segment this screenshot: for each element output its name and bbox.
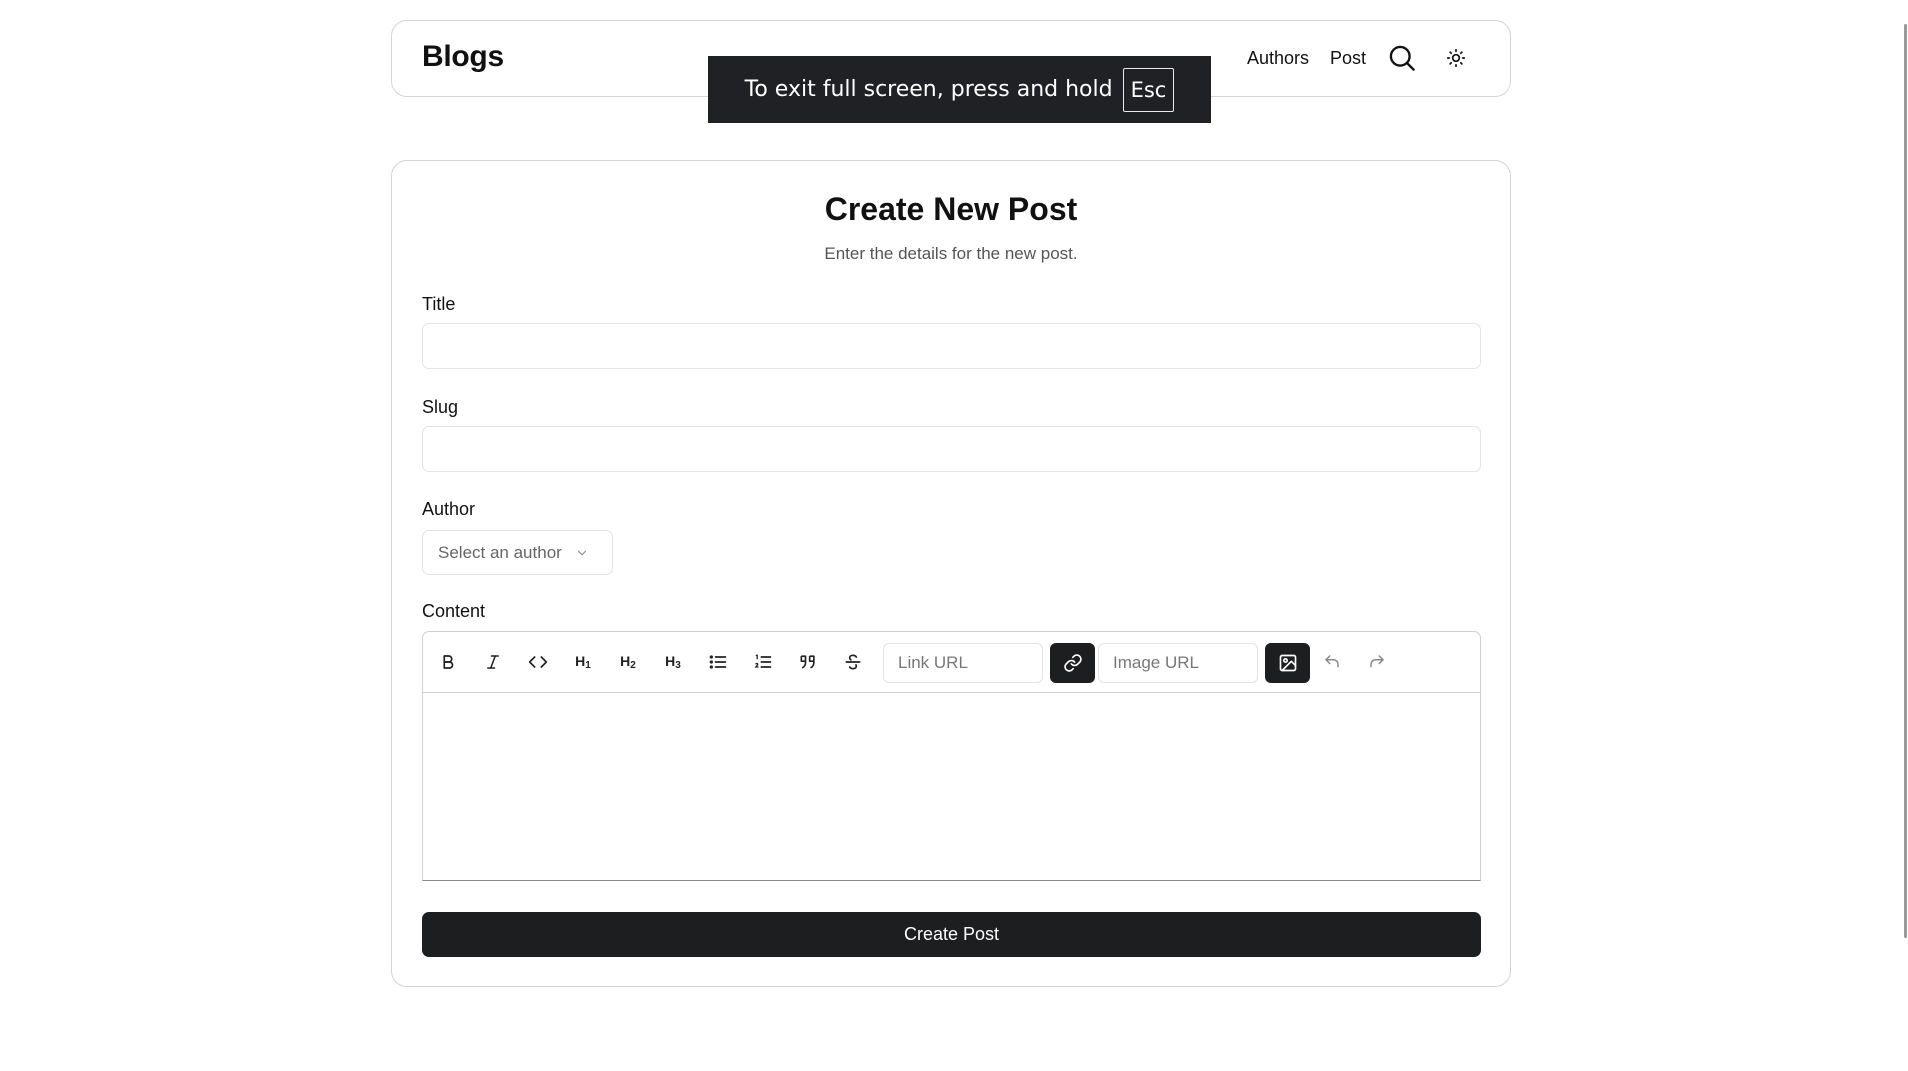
heading-3-letter: H (665, 653, 676, 669)
quote-button[interactable] (792, 646, 824, 678)
redo-icon (1370, 655, 1384, 668)
author-select[interactable]: Select an author (422, 530, 613, 575)
page: Blogs Authors Post To exit full screen, … (0, 0, 1908, 1071)
code-button[interactable] (522, 646, 554, 678)
create-post-button[interactable]: Create Post (422, 912, 1481, 957)
theme-toggle-button[interactable] (1442, 44, 1470, 72)
image-url-input[interactable] (1098, 643, 1258, 683)
author-select-value: Select an author (438, 542, 562, 562)
heading-1-button[interactable]: H1 (567, 646, 599, 678)
image-icon (1279, 654, 1296, 672)
title-input[interactable] (422, 323, 1481, 369)
italic-icon (487, 655, 499, 669)
scrollbar-thumb[interactable] (1904, 24, 1907, 938)
heading-3-icon: H3 (665, 653, 681, 671)
heading-2-letter: H (620, 653, 631, 669)
bold-icon (443, 655, 454, 669)
content-label: Content (422, 601, 486, 621)
bullet-list-button[interactable] (702, 646, 734, 678)
strikethrough-icon (845, 654, 861, 670)
page-title: Create New Post (824, 191, 1078, 227)
sun-icon (1446, 48, 1466, 68)
redo-button[interactable] (1361, 646, 1393, 678)
editor-toolbar: H1 H2 H3 (423, 632, 1480, 693)
heading-2-icon: H2 (620, 653, 636, 671)
create-post-card: Create New Post Enter the details for th… (391, 160, 1511, 987)
fullscreen-exit-toast: To exit full screen, press and hold Esc (708, 56, 1211, 123)
page-scrollbar[interactable] (1902, 0, 1908, 938)
toast-message: To exit full screen, press and hold (744, 77, 1113, 102)
insert-link-button[interactable] (1050, 643, 1095, 683)
slug-input[interactable] (422, 426, 1481, 472)
link-url-input[interactable] (883, 643, 1043, 683)
content-editor-area[interactable] (423, 694, 1480, 880)
heading-1-number: 1 (585, 660, 591, 671)
undo-icon (1325, 655, 1339, 668)
title-label: Title (422, 294, 456, 314)
brand-logo[interactable]: Blogs (422, 40, 504, 74)
page-subtitle: Enter the details for the new post. (824, 244, 1078, 263)
search-icon (1389, 45, 1415, 71)
heading-3-number: 3 (675, 660, 681, 671)
heading-3-button[interactable]: H3 (657, 646, 689, 678)
content-editor: H1 H2 H3 (422, 631, 1481, 881)
heading-2-number: 2 (630, 660, 636, 671)
slug-label: Slug (422, 397, 459, 417)
undo-button[interactable] (1316, 646, 1348, 678)
bold-button[interactable] (432, 646, 464, 678)
strikethrough-button[interactable] (837, 646, 869, 678)
search-button[interactable] (1386, 42, 1418, 74)
italic-button[interactable] (477, 646, 509, 678)
heading-2-button[interactable]: H2 (612, 646, 644, 678)
heading-1-letter: H (575, 653, 586, 669)
chevron-down-icon (575, 546, 589, 560)
nav-authors-link[interactable]: Authors (1247, 48, 1309, 69)
toast-key-hint: Esc (1122, 67, 1175, 112)
quote-icon (800, 655, 815, 669)
author-label: Author (422, 499, 476, 519)
bullet-list-icon (709, 655, 727, 669)
link-icon (1063, 654, 1082, 672)
code-icon (528, 656, 548, 668)
nav-post-link[interactable]: Post (1330, 48, 1366, 69)
insert-image-button[interactable] (1265, 643, 1310, 683)
ordered-list-icon (754, 654, 772, 668)
heading-1-icon: H1 (575, 653, 591, 671)
ordered-list-button[interactable] (747, 646, 779, 678)
